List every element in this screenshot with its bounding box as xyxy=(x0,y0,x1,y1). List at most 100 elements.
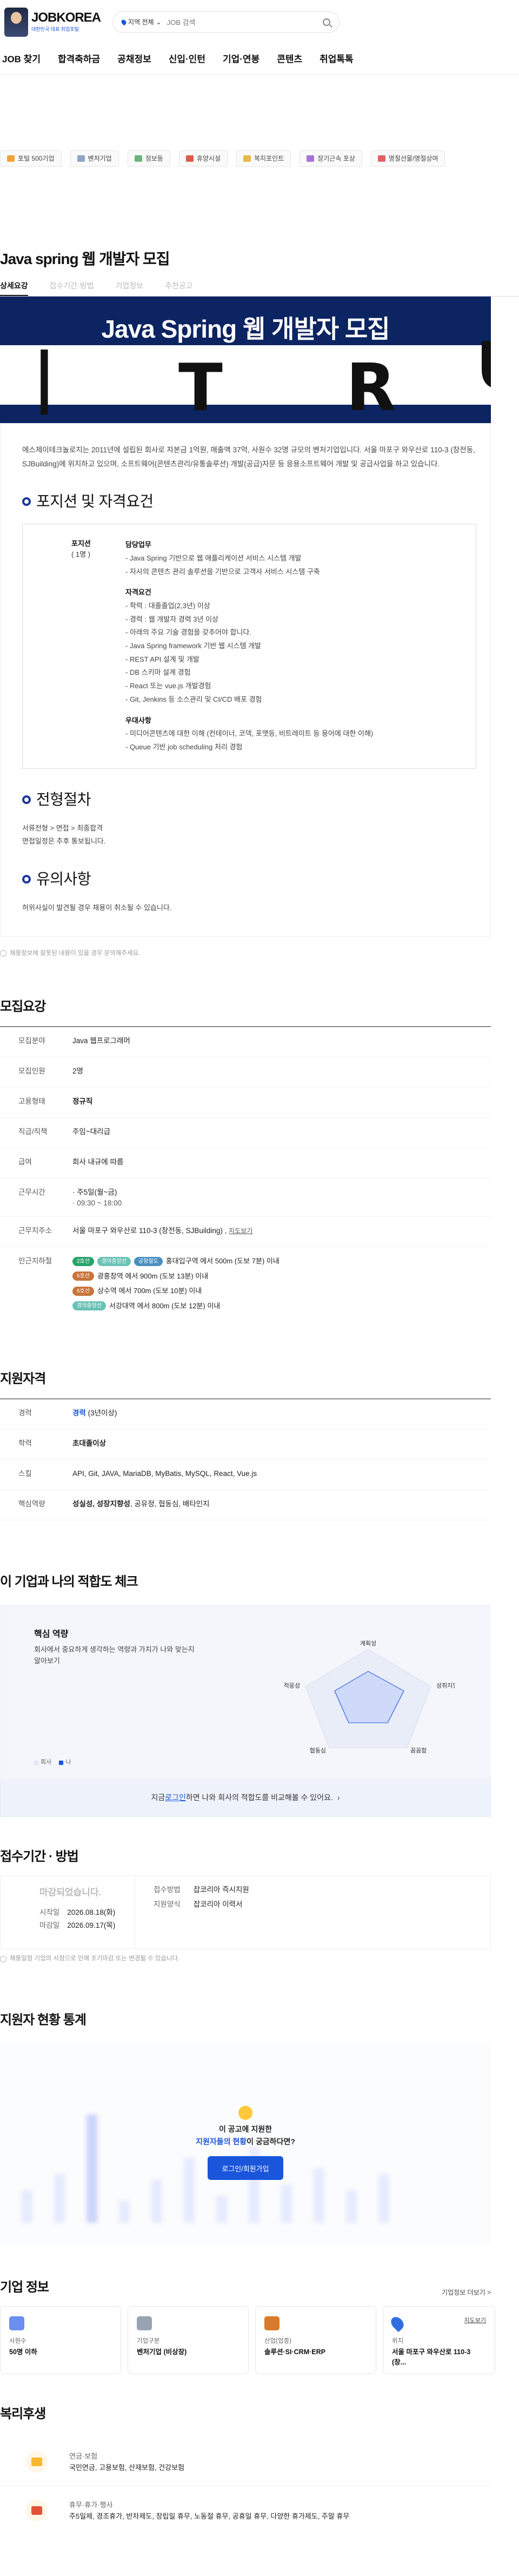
end-label: 마감일 xyxy=(39,1921,60,1930)
table-row: 인근지하철 2호선 경의중앙선 공항철도 홍대입구역 에서 500m (도보 7분) … xyxy=(0,1247,491,1323)
summary-heading: 모집요강 xyxy=(0,999,46,1014)
benefit-chip: 장기근속 포상 xyxy=(300,150,362,167)
bullet-ring-icon xyxy=(22,874,31,884)
start-label: 시작일 xyxy=(39,1908,60,1916)
tab-detail[interactable]: 상세요강 xyxy=(0,280,28,296)
table-row: 근무시간 · 주5일(월~금) · 09:30 ~ 18:00 xyxy=(0,1178,491,1217)
subway-tag: 6호선 xyxy=(72,1271,94,1281)
table-row: 학력 초대졸이상 xyxy=(0,1429,491,1460)
search-input[interactable] xyxy=(167,18,318,27)
pref-title: 우대사항 xyxy=(125,716,151,724)
legend-label: 회사 xyxy=(41,1759,52,1766)
nav-contents[interactable]: 콘텐츠 xyxy=(277,52,302,67)
fit-heading: 이 기업과 나의 적합도 체크 xyxy=(0,1574,138,1590)
subway-tag: 6호선 xyxy=(72,1286,94,1296)
req-item: - DB 스키마 설계 경험 xyxy=(125,668,191,677)
tab-company[interactable]: 기업정보 xyxy=(115,280,143,296)
period-notice: 채용일정 기업의 사정으로 인해 조기마감 또는 변경될 수 있습니다. xyxy=(0,1954,519,1964)
card-label: 사원수 xyxy=(9,2337,26,2344)
nav-company[interactable]: 기업·연봉 xyxy=(223,52,260,67)
subway-text: 서강대역 에서 800m (도보 12분) 이내 xyxy=(109,1301,221,1310)
map-link[interactable]: 지도보기 xyxy=(229,1227,252,1235)
chip-label: 벤처기업 xyxy=(88,155,112,162)
report-text: 채용정보에 잘못된 내용이 있을 경우 문의해주세요. xyxy=(10,950,141,957)
logo-text: JOBKOREA xyxy=(31,10,101,25)
chevron-right-icon: › xyxy=(337,1793,340,1802)
benefit-icon xyxy=(377,155,385,162)
company-card: 사원수 50명 이하 xyxy=(0,2305,121,2374)
duty-item: - 자사의 콘텐츠 관리 솔루션을 기반으로 고객사 서비스 시스템 구축 xyxy=(125,567,320,576)
stat-message: 이 공고에 지원한 지원자들의 현황이 궁금하다면? xyxy=(196,2123,295,2147)
info-icon xyxy=(0,1956,6,1963)
search-icon[interactable] xyxy=(323,18,331,26)
row-value: API, Git, JAVA, MariaDB, MyBatis, MySQL,… xyxy=(72,1470,257,1478)
report-notice[interactable]: 채용정보에 잘못된 내용이 있을 경우 문의해주세요. xyxy=(0,949,519,958)
row-value-extra: (3년이상) xyxy=(85,1409,117,1418)
tab-period[interactable]: 접수기간·방법 xyxy=(50,280,94,296)
card-label: 기업구분 xyxy=(137,2337,160,2344)
company-card: 지도보기 위치 서울 마포구 와우산로 110-3 (창... xyxy=(383,2305,495,2374)
company-header: 기업 정보 기업정보 더보기 > xyxy=(0,2278,491,2297)
fit-login-banner[interactable]: 지금 로그인 하면 나와 회사의 적합도를 비교해볼 수 있어요. › xyxy=(0,1779,491,1817)
axis-label: 계획성 xyxy=(360,1640,376,1647)
req-item: - 경력 : 웹 개발자 경력 3년 이상 xyxy=(125,615,219,623)
table-row: 근무지주소 서울 마포구 와우산로 110-3 (창전동, SJBuilding)… xyxy=(0,1217,491,1248)
period-heading: 접수기간 · 방법 xyxy=(0,1849,79,1865)
nav-reward[interactable]: 합격축하금 xyxy=(58,52,100,67)
subway-line: 2호선 경의중앙선 공항철도 홍대입구역 에서 500m (도보 7분) 이내 xyxy=(72,1256,491,1267)
company-more-link[interactable]: 기업정보 더보기 > xyxy=(442,2288,491,2297)
position-name: 포지션 xyxy=(71,539,91,548)
notice-heading: 유의사항 xyxy=(36,870,91,887)
req-item: - Java Spring framework 기반 웹 시스템 개발 xyxy=(125,642,262,650)
row-value: · 09:30 ~ 18:00 xyxy=(72,1199,122,1208)
row-label: 모집인원 xyxy=(18,1066,45,1075)
period-box: 마감되었습니다. 시작일 2026.08.18(화) 마감일 2026.09.17(… xyxy=(0,1875,491,1949)
row-label: 인근지하철 xyxy=(18,1257,52,1266)
table-row: 스킬 API, Git, JAVA, MariaDB, MyBatis, MySQ… xyxy=(0,1460,491,1491)
login-signup-button[interactable]: 로그인/회원가입 xyxy=(208,2156,283,2180)
location-pin-icon xyxy=(388,2314,407,2332)
notice-list: 허위사실이 발견될 경우 채용이 취소될 수 있습니다. xyxy=(22,901,476,915)
address-value: 서울 마포구 와우산로 110-3 (창전동, SJBuilding) , xyxy=(72,1227,227,1235)
nav-job-search[interactable]: JOB 찾기 xyxy=(2,52,41,67)
subway-tag: 공항철도 xyxy=(134,1256,163,1266)
pref-item: - Queue 기반 job scheduling 처리 경험 xyxy=(125,742,243,751)
benefit-chip: 벤처기업 xyxy=(70,150,119,167)
legend-swatch xyxy=(59,1760,64,1765)
benefit-icon xyxy=(185,155,194,162)
table-row: 직급/직책 주임~대리급 xyxy=(0,1118,491,1148)
row-label: 직급/직책 xyxy=(18,1127,48,1136)
row-label: 모집분야 xyxy=(18,1036,45,1045)
chip-label: 포털 500기업 xyxy=(18,155,55,162)
chip-label: 복지포인트 xyxy=(254,155,284,162)
location-select[interactable]: 지역 전체 ⌄ xyxy=(120,17,162,27)
subway-line: 6호선 광흥창역 에서 900m (도보 13분) 이내 xyxy=(72,1271,491,1282)
table-row: 모집인원 2명 xyxy=(0,1057,491,1088)
row-label: 핵심역량 xyxy=(18,1500,45,1508)
detail-tabs: 상세요강 접수기간·방법 기업정보 추천공고 xyxy=(0,280,519,297)
subway-text: 상수역 에서 700m (도보 10분) 이내 xyxy=(97,1287,202,1295)
legend-company: 회사 xyxy=(34,1758,51,1767)
bullet-ring-icon xyxy=(22,795,31,804)
fit-login-link[interactable]: 로그인 xyxy=(165,1792,186,1803)
welfare-list: 연금·보험 국민연금, 고용보험, 산재보험, 건강보험 휴무·휴가·행사 주5일제… xyxy=(0,2437,491,2522)
nav-intern[interactable]: 신입·인턴 xyxy=(169,52,205,67)
stat-line2-strong: 지원자들의 현황 xyxy=(196,2137,247,2146)
legend-me: 나 xyxy=(59,1758,71,1767)
nav-talk[interactable]: 취업톡톡 xyxy=(320,52,354,67)
emoji-icon xyxy=(238,2106,252,2120)
legend-label: 나 xyxy=(65,1759,71,1766)
position-heading: 포지션 및 자격요건 xyxy=(36,493,154,510)
hero-decor: T xyxy=(178,351,223,423)
building-icon xyxy=(137,2316,152,2330)
summary-table: 모집분야 Java 웹프로그래머 모집인원 2명 고용형태 정규직 직급/직책 주임~대… xyxy=(0,1026,491,1323)
logo[interactable]: JOBKOREA 대한민국 대표 취업포털 xyxy=(4,8,101,37)
tab-recommend[interactable]: 추천공고 xyxy=(165,280,193,296)
notice-item: 허위사실이 발견될 경우 채용이 취소될 수 있습니다. xyxy=(22,903,172,912)
map-link[interactable]: 지도보기 xyxy=(464,2316,486,2325)
card-value: 50명 이하 xyxy=(9,2348,37,2356)
period-notice-text: 채용일정 기업의 사정으로 인해 조기마감 또는 변경될 수 있습니다. xyxy=(10,1955,180,1962)
benefit-chip: 포털 500기업 xyxy=(0,150,62,167)
nav-recruit[interactable]: 공채정보 xyxy=(117,52,151,67)
stat-overlay: 이 공고에 지원한 지원자들의 현황이 궁금하다면? 로그인/회원가입 xyxy=(0,2041,491,2244)
